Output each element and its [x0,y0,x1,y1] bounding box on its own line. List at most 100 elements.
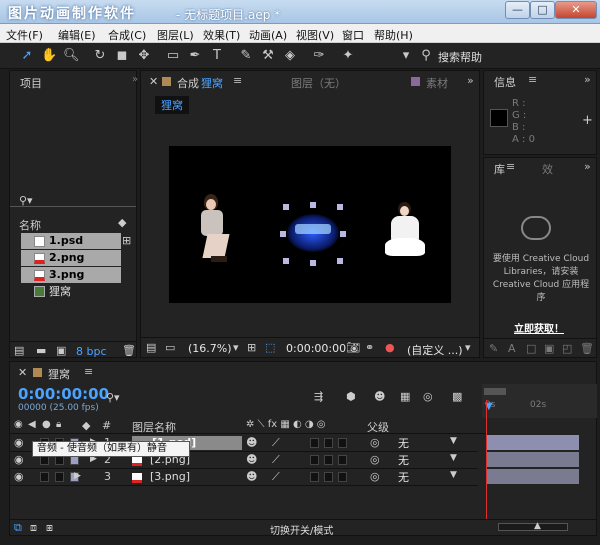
timeline-tab[interactable]: 狸窝 [48,366,70,382]
search-icon[interactable]: ⚲▾ [106,391,120,404]
expand-arrow-icon[interactable]: ▶ [74,471,81,481]
project-item-2png[interactable]: 2.png [21,250,121,266]
transfer-controls-icon[interactable]: ⧈ [30,521,37,535]
puppet-tool-icon[interactable]: ✦ [340,48,356,64]
chevron-down-icon[interactable]: ▼ [450,436,457,446]
layer-bar-1[interactable] [487,435,579,450]
parent-dropdown[interactable]: 无 [395,470,470,485]
clone-stamp-tool-icon[interactable]: ⚒ [260,48,276,64]
project-item-3png[interactable]: 3.png [21,267,121,283]
switch-box[interactable] [324,472,333,482]
toggle-switches-modes[interactable]: 切换开关/模式 [270,522,333,537]
panel-menu-icon[interactable]: » [584,160,591,173]
transform-handle[interactable] [283,258,289,264]
interpret-footage-icon[interactable]: ▤ [14,344,24,357]
trash-icon[interactable]: 🗑︎ [580,342,594,355]
close-tab-icon[interactable]: ✕ [18,366,27,379]
name-column-header[interactable]: 名称 [19,217,41,233]
zoom-slider[interactable] [498,523,568,531]
parent-header[interactable]: 父级 [367,419,389,435]
text-icon[interactable]: A [508,342,516,355]
pick-whip-icon[interactable]: ◎ [370,436,380,449]
pen-tool-icon[interactable]: ✒ [187,48,203,64]
effects-tab[interactable]: 效 [542,161,553,177]
monitor-icon[interactable]: ▭ [165,341,175,354]
tab-menu-icon[interactable]: ≡ [506,160,515,173]
get-now-link[interactable]: 立即获取！ [514,320,564,335]
stock-icon[interactable]: ▣ [544,342,554,355]
solo-icon[interactable]: ● [42,419,51,430]
parent-dropdown[interactable]: 无 [395,453,470,468]
comp-timecode[interactable]: 0:00:00:00 [286,342,346,355]
lock-switch[interactable] [55,472,64,482]
menu-view[interactable]: 视图(V) [296,27,334,43]
pick-whip-icon[interactable]: ◎ [370,453,380,466]
selection-tool-icon[interactable]: ➚ [19,48,35,64]
brush-icon[interactable]: ✎ [489,342,498,355]
chevron-down-icon[interactable]: ▼ [450,470,457,480]
comp-tab-prefix[interactable]: 合成 [177,75,199,91]
zoom-tool-icon[interactable]: 🔍︎ [63,48,80,64]
transform-handle[interactable] [337,258,343,264]
layer-tab[interactable]: 图层（无） [291,75,346,91]
panel-menu-icon[interactable]: » [132,74,138,85]
always-preview-icon[interactable]: ▤ [146,341,156,354]
maximize-button[interactable]: □ [530,1,555,19]
bpc-label[interactable]: 8 bpc [76,345,107,358]
footage-tab[interactable]: 素材 [426,75,448,91]
girl-image-right[interactable] [383,202,427,258]
transform-handle[interactable] [337,204,343,210]
trash-icon[interactable]: 🗑︎ [122,344,136,357]
layer-switches-icon[interactable]: ⧉ [14,521,22,535]
camera-tool-icon[interactable]: ◼ [114,48,130,64]
menu-layer[interactable]: 图层(L) [157,27,194,43]
solo-switch[interactable] [40,472,49,482]
timing-panel-icon[interactable]: ⧆ [46,521,53,535]
switch-box[interactable] [310,438,319,448]
composition-viewer[interactable] [169,146,451,303]
flowchart-icon[interactable]: ⊞ [122,234,131,247]
graph-editor-icon[interactable]: ▩ [452,390,462,403]
switch-box[interactable] [310,455,319,465]
color-channel-icon[interactable]: ● [385,341,395,354]
comp-tab-name[interactable]: 狸窝 [201,75,223,91]
pick-whip-icon[interactable]: ◎ [370,470,380,483]
roto-brush-tool-icon[interactable]: ✑ [311,48,327,64]
project-item-composition[interactable]: 狸窝 [21,284,121,300]
layer-name[interactable]: [3.png] [150,470,190,483]
text-tool-icon[interactable]: T [209,48,225,64]
chevron-down-icon[interactable]: ▾ [233,341,239,354]
info-tab[interactable]: 信息 [494,74,516,90]
chevron-down-icon[interactable]: ▾ [465,341,471,354]
shy-switch-icon[interactable]: ☻ [246,453,257,466]
shy-switch-icon[interactable]: ☻ [246,436,257,449]
panel-menu-icon[interactable]: » [467,74,474,87]
work-area-bar[interactable] [484,388,506,395]
hand-tool-icon[interactable]: ✋ [41,48,57,64]
audio-switch-icon[interactable]: ◀ [28,419,36,430]
layer-row-3[interactable]: ◉ ▶ 3 [3.png] ☻ ⟋ ◎ 无 ▼ [10,469,478,486]
frame-blending-icon[interactable]: ▦ [400,390,410,403]
close-button[interactable]: ✕ [555,1,597,19]
eraser-tool-icon[interactable]: ◈ [282,48,298,64]
layer-bar-2[interactable] [487,452,579,467]
region-of-interest-icon[interactable]: ⬚ [265,341,275,354]
switch-box[interactable] [324,438,333,448]
shy-layers-icon[interactable]: ☻ [374,390,385,403]
parent-dropdown[interactable]: 无 [395,436,470,451]
shy-switch-icon[interactable]: ☻ [246,470,257,483]
draft-3d-icon[interactable]: ⬢ [346,390,356,403]
libraries-tab[interactable]: 库 [494,161,505,177]
box-icon[interactable]: □ [526,342,536,355]
flowchart-breadcrumb[interactable]: 狸窝 [155,96,189,114]
eye-icon[interactable]: ◉ [14,453,24,466]
switch-box[interactable] [324,455,333,465]
timeline-timecode[interactable]: 0:00:00:00 [18,385,109,403]
quality-switch-icon[interactable]: ⟋ [272,470,280,484]
new-composition-icon[interactable]: ▣ [56,344,66,357]
video-switch-icon[interactable]: ◉ [14,419,23,430]
motion-blur-icon[interactable]: ◎ [423,390,433,403]
quality-switch-icon[interactable]: ⟋ [272,436,280,450]
tab-menu-icon[interactable]: ≡ [528,73,537,86]
search-help-label[interactable]: 搜索帮助 [438,49,482,65]
